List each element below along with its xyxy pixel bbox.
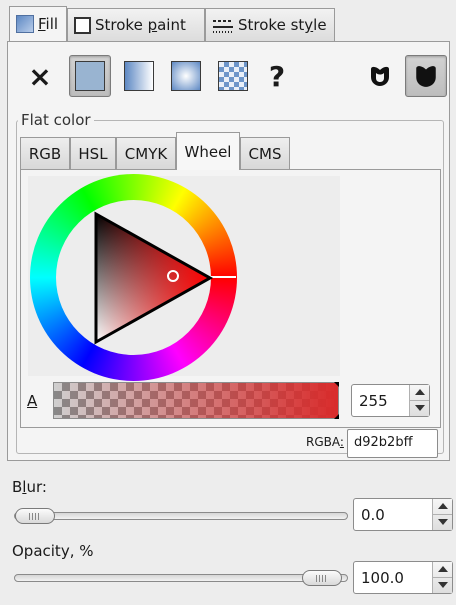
tab-cms[interactable]: CMS (240, 137, 290, 169)
tab-wheel[interactable]: Wheel (176, 132, 240, 170)
tab-hsl[interactable]: HSL (70, 137, 116, 169)
opacity-decrement[interactable] (433, 578, 452, 594)
alpha-spinbox[interactable]: 255 (351, 384, 430, 417)
fill-rule-evenodd-button[interactable] (359, 55, 401, 97)
blur-decrement[interactable] (433, 515, 452, 531)
linear-gradient-icon (124, 61, 154, 91)
tab-rgb[interactable]: RGB (20, 137, 70, 169)
alpha-increment[interactable] (410, 385, 429, 401)
radial-gradient-button[interactable] (165, 55, 207, 97)
blur-slider-thumb[interactable] (15, 508, 55, 524)
alpha-decrement[interactable] (410, 401, 429, 417)
opacity-slider[interactable] (14, 574, 348, 582)
nonzero-icon (416, 66, 436, 87)
rgba-label: RGBA: (306, 435, 344, 449)
radial-gradient-icon (171, 61, 201, 91)
blur-spinbox[interactable]: 0.0 (353, 498, 453, 531)
alpha-marker-top (334, 382, 339, 387)
question-icon: ? (268, 59, 286, 93)
linear-gradient-button[interactable] (118, 55, 160, 97)
rgba-input[interactable]: d92b2bff (347, 429, 438, 458)
opacity-increment[interactable] (433, 562, 452, 578)
blur-slider[interactable] (14, 512, 348, 520)
stroke-style-icon (212, 16, 234, 34)
flat-color-button[interactable] (69, 55, 111, 97)
tab-stroke-paint[interactable]: Stroke paint (67, 8, 205, 41)
tab-cmyk[interactable]: CMYK (116, 137, 176, 169)
pattern-icon (218, 61, 248, 91)
no-paint-button[interactable]: × (19, 55, 61, 97)
fill-icon (16, 15, 34, 33)
pattern-button[interactable] (212, 55, 254, 97)
stroke-paint-icon (74, 16, 91, 34)
close-icon: × (28, 59, 52, 93)
alpha-slider[interactable] (53, 382, 339, 419)
evenodd-icon (371, 66, 389, 86)
alpha-label: A (27, 392, 38, 410)
color-triangle[interactable] (30, 174, 237, 381)
opacity-slider-thumb[interactable] (302, 570, 342, 586)
tab-fill[interactable]: Fill (9, 6, 67, 42)
flat-color-icon (75, 61, 105, 91)
tab-stroke-style[interactable]: Stroke style (205, 8, 335, 41)
unset-paint-button[interactable]: ? (256, 55, 298, 97)
color-wheel[interactable] (30, 174, 237, 381)
opacity-spinbox[interactable]: 100.0 (353, 561, 453, 594)
alpha-marker-bottom (334, 414, 339, 419)
fill-rule-nonzero-button[interactable] (405, 55, 447, 97)
flat-color-label: Flat color (18, 111, 94, 129)
opacity-label: Opacity, % (12, 542, 94, 560)
blur-label: Blur: (12, 478, 47, 496)
blur-increment[interactable] (433, 499, 452, 515)
